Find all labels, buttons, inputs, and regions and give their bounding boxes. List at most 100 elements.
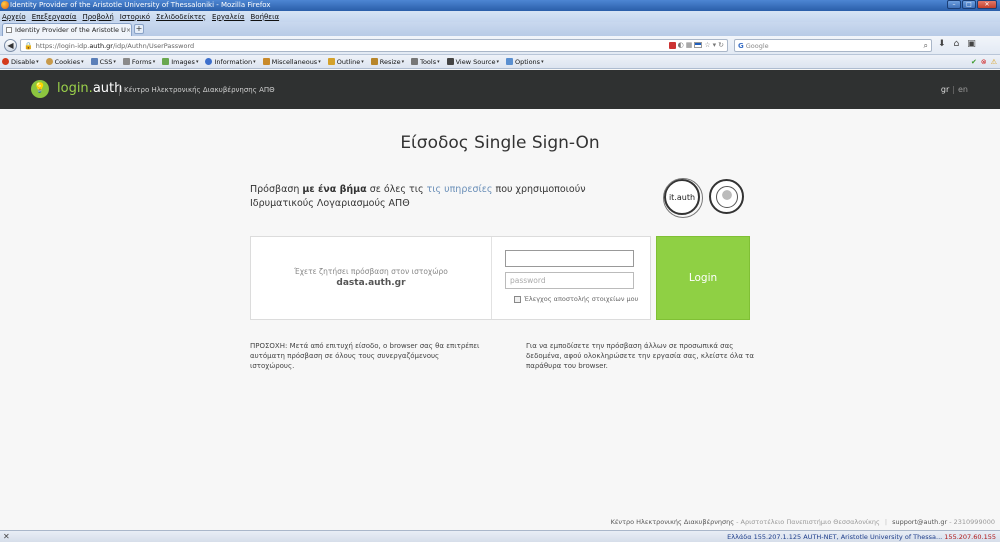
cookie-icon <box>45 58 53 65</box>
close-statusbar-icon[interactable]: ✕ <box>3 532 10 541</box>
information-icon <box>205 58 213 65</box>
lang-en-link[interactable]: en <box>958 85 968 94</box>
tab-identity-provider[interactable]: Identity Provider of the Aristotle Unive… <box>2 23 132 36</box>
search-bar[interactable]: G Google ⌕ <box>734 39 932 52</box>
back-button[interactable]: ◀ <box>4 39 17 52</box>
bookmark-star-icon[interactable]: ☆ <box>704 41 710 49</box>
university-seal-icon <box>709 179 744 214</box>
brand-divider <box>119 84 120 96</box>
home-icon[interactable]: ⌂ <box>954 39 960 49</box>
menu-view[interactable]: Προβολή <box>82 13 113 21</box>
lightbulb-logo-icon[interactable]: 💡 <box>31 80 49 98</box>
tab-label: Identity Provider of the Aristotle Unive… <box>14 26 126 34</box>
close-window-button[interactable]: ✕ <box>977 0 997 9</box>
dev-information[interactable]: Information ▾ <box>205 58 256 66</box>
url-bar[interactable]: 🔒 https://login-idp.auth.gr/idp/Authn/Us… <box>20 39 728 52</box>
warning-icon[interactable]: ⚠ <box>991 58 997 66</box>
password-input[interactable] <box>505 272 634 289</box>
dev-resize[interactable]: Resize ▾ <box>370 58 404 66</box>
error-icon[interactable]: ⊗ <box>981 58 987 66</box>
greek-flag-icon[interactable] <box>694 42 703 48</box>
menu-edit[interactable]: Επεξεργασία <box>32 13 77 21</box>
login-button[interactable]: Login <box>656 236 750 320</box>
status-ip2: 155.207.60.155 <box>944 533 996 541</box>
status-network: AUTH-NET, Aristotle University of Thessa… <box>803 533 943 541</box>
dev-css[interactable]: CSS ▾ <box>90 58 116 66</box>
remember-option[interactable]: Έλεγχος αποστολής στοιχείων μου <box>514 295 638 303</box>
dev-tools[interactable]: Tools ▾ <box>411 58 440 66</box>
google-engine-icon[interactable]: G <box>738 42 744 50</box>
addon-grid-icon[interactable]: ▦ <box>686 41 693 49</box>
view-source-icon <box>446 58 454 65</box>
menu-tools[interactable]: Εργαλεία <box>212 13 245 21</box>
status-info: Ελλάδα 155.207.1.125 AUTH-NET, Aristotle… <box>727 533 996 541</box>
login-box: Έχετε ζητήσει πρόσβαση στον ιστοχώρο das… <box>250 236 651 320</box>
maximize-button[interactable]: □ <box>962 0 976 9</box>
dev-options[interactable]: Options ▾ <box>505 58 544 66</box>
outline-icon <box>327 58 335 65</box>
new-tab-button[interactable]: + <box>134 24 144 34</box>
download-icon[interactable]: ⬇ <box>938 39 946 49</box>
menu-bookmarks[interactable]: Σελιδοδείκτες <box>156 13 206 21</box>
footer-university: - Αριστοτέλειο Πανεπιστήμιο Θεσσαλονίκης <box>734 518 880 526</box>
resize-icon <box>370 58 378 65</box>
status-bar: ✕ Ελλάδα 155.207.1.125 AUTH-NET, Aristot… <box>0 530 1000 542</box>
it-auth-logo: it.auth <box>663 178 703 218</box>
dev-cookies[interactable]: Cookies ▾ <box>45 58 84 66</box>
window-title-bar: Identity Provider of the Aristotle Unive… <box>0 0 1000 11</box>
header-subtitle: Κέντρο Ηλεκτρονικής Διακυβέρνησης ΑΠΘ <box>124 86 275 94</box>
miscellaneous-icon <box>262 58 270 65</box>
web-developer-toolbar: Disable ▾ Cookies ▾ CSS ▾ Forms ▾ Images ▾ In… <box>0 55 1000 69</box>
window-title: Identity Provider of the Aristotle Unive… <box>10 1 271 9</box>
dev-view-source[interactable]: View Source ▾ <box>446 58 499 66</box>
login-box-divider <box>491 237 492 319</box>
menu-help[interactable]: Βοήθεια <box>251 13 280 21</box>
page-favicon-icon <box>6 27 12 33</box>
language-switcher: gr | en <box>940 85 968 94</box>
status-country: Ελλάδα <box>727 533 752 541</box>
check-icon[interactable]: ✔ <box>971 58 977 66</box>
brand-logo[interactable]: login.auth <box>57 81 122 96</box>
dev-miscellaneous[interactable]: Miscellaneous ▾ <box>262 58 321 66</box>
search-placeholder: Google <box>745 41 769 50</box>
tab-close-icon[interactable]: × <box>126 27 131 34</box>
menu-file[interactable]: Αρχείο <box>2 13 26 21</box>
dev-forms[interactable]: Forms ▾ <box>122 58 155 66</box>
page-title: Είσοδος Single Sign-On <box>400 133 600 153</box>
support-email-link[interactable]: support@auth.gr <box>892 518 947 526</box>
site-header: 💡 login.auth Κέντρο Ηλεκτρονικής Διακυβέ… <box>0 70 1000 109</box>
menu-history[interactable]: Ιστορικό <box>120 13 150 21</box>
dev-images[interactable]: Images ▾ <box>162 58 198 66</box>
username-input[interactable] <box>505 250 634 267</box>
firefox-icon <box>1 1 9 9</box>
lock-icon: 🔒 <box>24 41 33 50</box>
dev-status-icons: ✔ ⊗ ⚠ <box>971 58 997 66</box>
request-text: Έχετε ζητήσει πρόσβαση στον ιστοχώρο <box>294 267 448 276</box>
addon-red-icon[interactable] <box>668 41 676 49</box>
services-link[interactable]: τις υπηρεσίες <box>427 184 493 195</box>
reload-icon[interactable]: ↻ <box>718 41 724 49</box>
footer-org: Κέντρο Ηλεκτρονικής Διακυβέρνησης <box>610 518 735 526</box>
menu-bar: Αρχείο Επεξεργασία Προβολή Ιστορικό Σελι… <box>0 11 1000 22</box>
images-icon <box>162 58 170 65</box>
privacy-note: Για να εμποδίσετε την πρόσβαση άλλων σε … <box>526 342 754 370</box>
remember-checkbox[interactable] <box>514 295 521 303</box>
options-icon <box>505 58 513 65</box>
disable-icon <box>2 58 9 65</box>
page-footer: Κέντρο Ηλεκτρονικής Διακυβέρνησης - Αρισ… <box>610 518 995 526</box>
forms-icon <box>122 58 130 65</box>
lang-gr-link[interactable]: gr <box>941 85 949 94</box>
minimize-button[interactable]: – <box>947 0 961 9</box>
url-text: https://login-idp.auth.gr/idp/Authn/User… <box>35 41 195 50</box>
main-content: Είσοδος Single Sign-On Πρόσβαση με ένα β… <box>0 109 1000 526</box>
footer-phone: - 2310999000 <box>947 518 995 526</box>
dev-disable[interactable]: Disable ▾ <box>2 58 39 66</box>
tab-strip: Identity Provider of the Aristotle Unive… <box>0 22 1000 36</box>
extension-icon[interactable]: ▣ <box>967 39 976 49</box>
url-bar-icons: ◐ ▦ ☆ ▾ ↻ <box>668 41 724 49</box>
css-icon <box>90 58 98 65</box>
addon-wave-icon[interactable]: ◐ <box>678 41 684 49</box>
dropdown-arrow-icon[interactable]: ▾ <box>713 41 717 49</box>
search-icon[interactable]: ⌕ <box>924 41 928 51</box>
dev-outline[interactable]: Outline ▾ <box>327 58 364 66</box>
